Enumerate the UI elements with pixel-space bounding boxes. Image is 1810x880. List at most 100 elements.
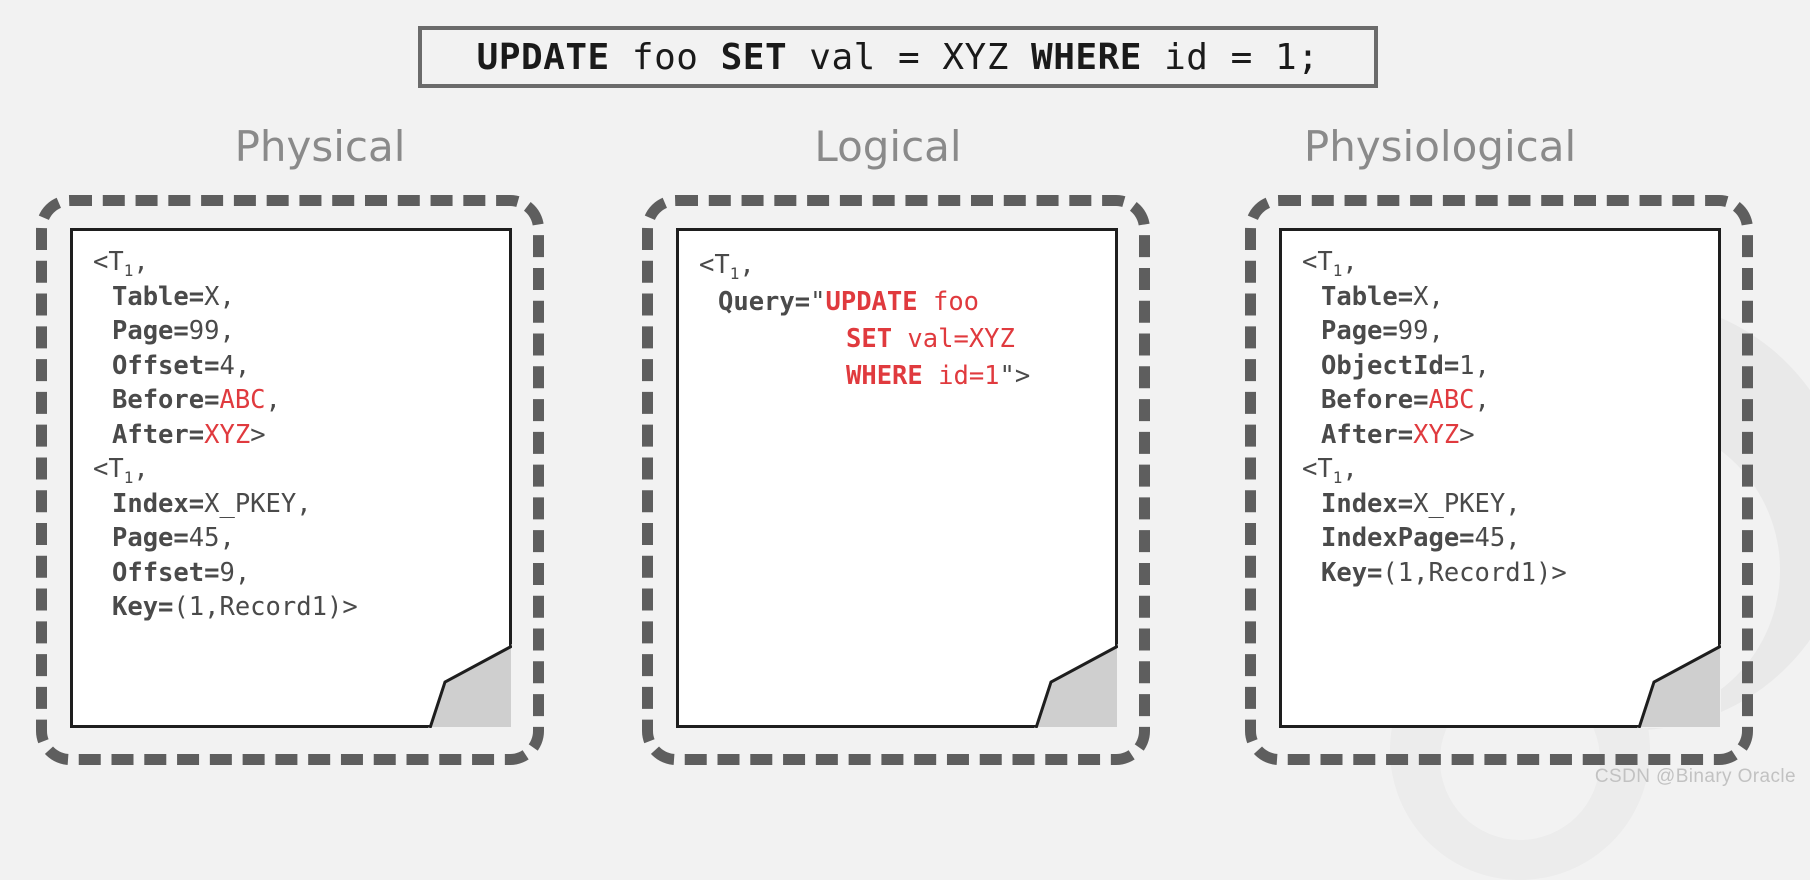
log-record-open-tag: <T1,: [1302, 247, 1358, 281]
log-record-open-tag: <T1,: [699, 250, 755, 284]
log-field-separator: ,: [296, 488, 312, 519]
watermark: CSDN @Binary Oracle: [1594, 766, 1796, 787]
log-field: Page=99,: [1302, 314, 1708, 349]
log-record-open-tag: <T1,: [93, 247, 149, 281]
log-field-separator: ,: [219, 281, 235, 312]
log-field-separator: ,: [1474, 350, 1490, 381]
log-field-label: Page=: [112, 523, 189, 553]
log-field: Page=99,: [93, 314, 499, 349]
log-field-separator: >: [342, 592, 358, 622]
sql-token: id = 1;: [1141, 36, 1320, 78]
log-field-value: 99: [188, 316, 220, 346]
page-fold-corner-icon: [1035, 645, 1117, 727]
log-field-label: Index=: [112, 488, 205, 519]
log-records-physical: <T1, Table=X, Page=99, Offset=4, Before=ABC,…: [93, 245, 499, 625]
log-records-logical: <T1, Query="UPDATE foo SET val=XYZ WHERE id…: [699, 247, 1105, 395]
sql-token: WHERE: [1031, 36, 1142, 78]
log-field: IndexPage=45,: [1302, 521, 1708, 556]
log-field-label: Key=: [1321, 557, 1383, 588]
log-field: After=XYZ>: [1302, 418, 1708, 453]
log-query-line: WHERE id=1">: [699, 358, 1105, 395]
log-field-label: After=: [1321, 419, 1414, 450]
log-field-separator: ,: [1428, 281, 1444, 312]
log-field-label: Key=: [112, 592, 174, 622]
sql-token: UPDATE: [476, 36, 610, 78]
log-field: After=XYZ>: [93, 418, 499, 453]
log-field: ObjectId=1,: [1302, 349, 1708, 384]
log-field-value: X_PKEY: [204, 488, 297, 519]
log-field: Table=X,: [1302, 280, 1708, 315]
log-field-value: X: [1413, 281, 1429, 312]
log-field-label: ObjectId=: [1321, 350, 1460, 381]
log-field-value: 45: [188, 523, 220, 553]
log-query-line: SET val=XYZ: [699, 321, 1105, 358]
log-field-value: XYZ: [204, 419, 251, 450]
log-field-separator: ,: [1505, 488, 1521, 519]
log-field-label: IndexPage=: [1321, 523, 1475, 553]
log-field-value: 4: [219, 350, 235, 381]
sql-token: foo: [917, 287, 980, 317]
log-field-separator: >: [250, 419, 266, 450]
sql-statement-banner: UPDATE foo SET val = XYZ WHERE id = 1;: [418, 26, 1378, 88]
log-field: Index=X_PKEY,: [93, 487, 499, 522]
log-record-open-tag: <T1,: [93, 454, 149, 488]
log-field-label: After=: [112, 419, 205, 450]
log-field-separator: ,: [1428, 316, 1444, 346]
log-field-separator: >: [1551, 557, 1567, 588]
log-field-value: XYZ: [1413, 419, 1460, 450]
log-field: Index=X_PKEY,: [1302, 487, 1708, 522]
log-field-value: ABC: [1428, 385, 1475, 415]
log-field-label: Offset=: [112, 557, 220, 588]
log-field-value: (1,Record1): [1382, 557, 1552, 588]
log-field-separator: ,: [219, 523, 235, 553]
log-field-separator: >: [1459, 419, 1475, 450]
log-field-value: 1: [1459, 350, 1475, 381]
page-fold-corner-icon: [1638, 645, 1720, 727]
log-field: Before=ABC,: [1302, 383, 1708, 418]
log-field-label: Query=: [718, 287, 811, 317]
sql-token: SET: [846, 324, 893, 354]
log-query-line: Query="UPDATE foo: [699, 284, 1105, 321]
log-page-logical: <T1, Query="UPDATE foo SET val=XYZ WHERE id…: [676, 228, 1118, 728]
log-record-open-tag: <T1,: [1302, 454, 1358, 488]
log-field-label: Offset=: [112, 350, 220, 381]
log-field-separator: ,: [1505, 523, 1521, 553]
sql-token: foo: [609, 36, 721, 78]
log-field-label: Page=: [1321, 316, 1398, 346]
log-field: Table=X,: [93, 280, 499, 315]
log-field-label: Table=: [1321, 281, 1414, 312]
log-field-value: X: [204, 281, 220, 312]
log-field: Before=ABC,: [93, 383, 499, 418]
log-records-physiological: <T1, Table=X, Page=99, ObjectId=1, Before=AB…: [1302, 245, 1708, 590]
log-field-value: 45: [1474, 523, 1506, 553]
log-field-separator: ,: [265, 385, 281, 415]
log-field-separator: ,: [219, 316, 235, 346]
log-field-separator: ,: [1474, 385, 1490, 415]
sql-token: UPDATE: [825, 287, 918, 317]
log-page-physical: <T1, Table=X, Page=99, Offset=4, Before=ABC,…: [70, 228, 512, 728]
quote-close: ">: [999, 361, 1031, 391]
log-field-value: 9: [219, 557, 235, 588]
log-field-label: Before=: [112, 385, 220, 415]
column-heading-logical: Logical: [814, 122, 962, 171]
column-heading-physiological: Physiological: [1303, 122, 1577, 171]
log-field: Key=(1,Record1)>: [93, 590, 499, 625]
log-field: Offset=9,: [93, 556, 499, 591]
log-field-separator: ,: [234, 557, 251, 588]
log-field-value: ABC: [219, 385, 266, 415]
sql-token: val = XYZ: [787, 36, 1032, 78]
log-field-label: Table=: [112, 281, 205, 312]
page-fold-corner-icon: [429, 645, 511, 727]
quote-open: ": [810, 287, 826, 317]
log-field-separator: ,: [234, 350, 251, 381]
log-field-label: Page=: [112, 316, 189, 346]
sql-token: id=1: [922, 361, 1000, 391]
log-field-value: (1,Record1): [173, 592, 343, 622]
log-field-value: 99: [1397, 316, 1429, 346]
sql-token: val=XYZ: [892, 324, 1015, 354]
log-field-label: Before=: [1321, 385, 1429, 415]
log-field-label: Index=: [1321, 488, 1414, 519]
log-page-physiological: <T1, Table=X, Page=99, ObjectId=1, Before=AB…: [1279, 228, 1721, 728]
log-field: Key=(1,Record1)>: [1302, 556, 1708, 591]
column-heading-physical: Physical: [234, 122, 406, 171]
